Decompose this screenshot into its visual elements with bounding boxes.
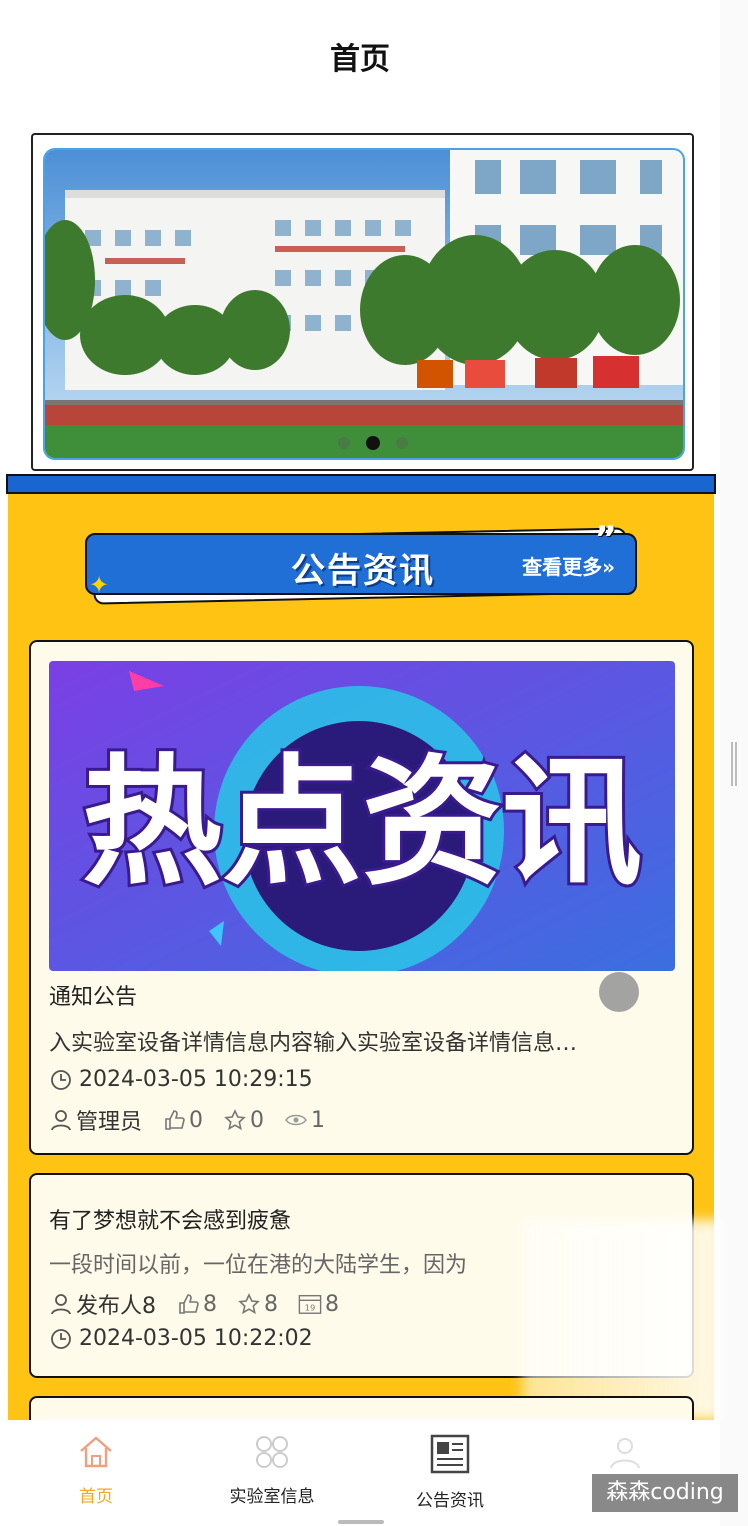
carousel-dots: [338, 436, 408, 450]
news-stats-row: 发布人8 8 8 19 8: [49, 1288, 353, 1320]
header-banner: 公告资讯 查看更多»: [85, 533, 637, 595]
carousel-image[interactable]: [43, 148, 685, 460]
tab-label: 首页: [79, 1487, 113, 1507]
home-icon: [76, 1436, 116, 1476]
user-icon: [49, 1292, 73, 1316]
news-section-header: 公告资讯 查看更多» ” ✦: [85, 519, 637, 605]
action-circle-button[interactable]: [599, 972, 639, 1012]
like-count: 0: [189, 1107, 204, 1133]
school-building-image: [45, 150, 683, 458]
like-count: 8: [203, 1291, 217, 1317]
news-description: 一段时间以前，一位在港的大陆学生，因为: [49, 1253, 468, 1278]
svg-text:19: 19: [305, 1302, 316, 1312]
thumbs-up-icon[interactable]: [162, 1108, 186, 1132]
news-description: 入实验室设备详情信息内容输入实验室设备详情信息…: [49, 1031, 578, 1056]
news-time-row: 2024-03-05 10:22:02: [49, 1326, 313, 1351]
clock-icon: [49, 1327, 73, 1351]
page-title: 首页: [330, 42, 390, 77]
blur-overlay: [522, 1220, 722, 1420]
user-icon: [49, 1108, 73, 1132]
carousel-dot-active[interactable]: [366, 436, 380, 450]
tab-label: 公告资讯: [416, 1491, 484, 1511]
carousel-dot[interactable]: [396, 437, 408, 449]
news-time-row: 2024-03-05 10:29:15: [49, 1067, 313, 1092]
favorite-count: 0: [250, 1107, 265, 1133]
tab-label: 实验室信息: [229, 1487, 315, 1507]
sparkle-icon: ✦: [89, 571, 110, 599]
calendar-icon: 19: [298, 1292, 322, 1316]
scroll-edge: [720, 0, 748, 1526]
news-title: 有了梦想就不会感到疲惫: [49, 1209, 292, 1234]
quote-icon: ”: [594, 519, 617, 559]
tab-home[interactable]: 首页: [36, 1432, 156, 1507]
top-header: 首页: [0, 0, 720, 105]
news-banner-image: 热点资讯: [49, 661, 675, 971]
view-count: 1: [311, 1107, 326, 1133]
grid-icon: [252, 1436, 292, 1476]
day-count: 8: [325, 1291, 339, 1317]
thumbs-up-icon[interactable]: [176, 1292, 200, 1316]
clock-icon: [49, 1068, 73, 1092]
news-icon: [428, 1434, 472, 1480]
news-time: 2024-03-05 10:22:02: [79, 1326, 313, 1351]
news-author: 管理员: [76, 1110, 143, 1135]
news-stats-row: 管理员 0 0 1: [49, 1104, 339, 1136]
home-indicator: [338, 1520, 384, 1524]
tab-news[interactable]: 公告资讯: [390, 1432, 510, 1511]
star-icon[interactable]: [237, 1292, 261, 1316]
drag-handle[interactable]: [731, 742, 737, 786]
favorite-count: 8: [264, 1291, 278, 1317]
news-time: 2024-03-05 10:29:15: [79, 1067, 313, 1092]
tab-lab-info[interactable]: 实验室信息: [212, 1432, 332, 1507]
banner-carousel[interactable]: [31, 133, 694, 471]
eye-icon: [284, 1108, 308, 1132]
news-category: 通知公告: [49, 985, 138, 1010]
news-card[interactable]: 热点资讯 通知公告 入实验室设备详情信息内容输入实验室设备详情信息… 2024-…: [29, 640, 694, 1155]
news-author: 发布人8: [76, 1294, 156, 1319]
carousel-dot[interactable]: [338, 437, 350, 449]
star-icon[interactable]: [223, 1108, 247, 1132]
banner-heading: 热点资讯: [82, 742, 642, 905]
section-divider: [6, 474, 716, 494]
watermark: 森森coding: [592, 1474, 738, 1512]
